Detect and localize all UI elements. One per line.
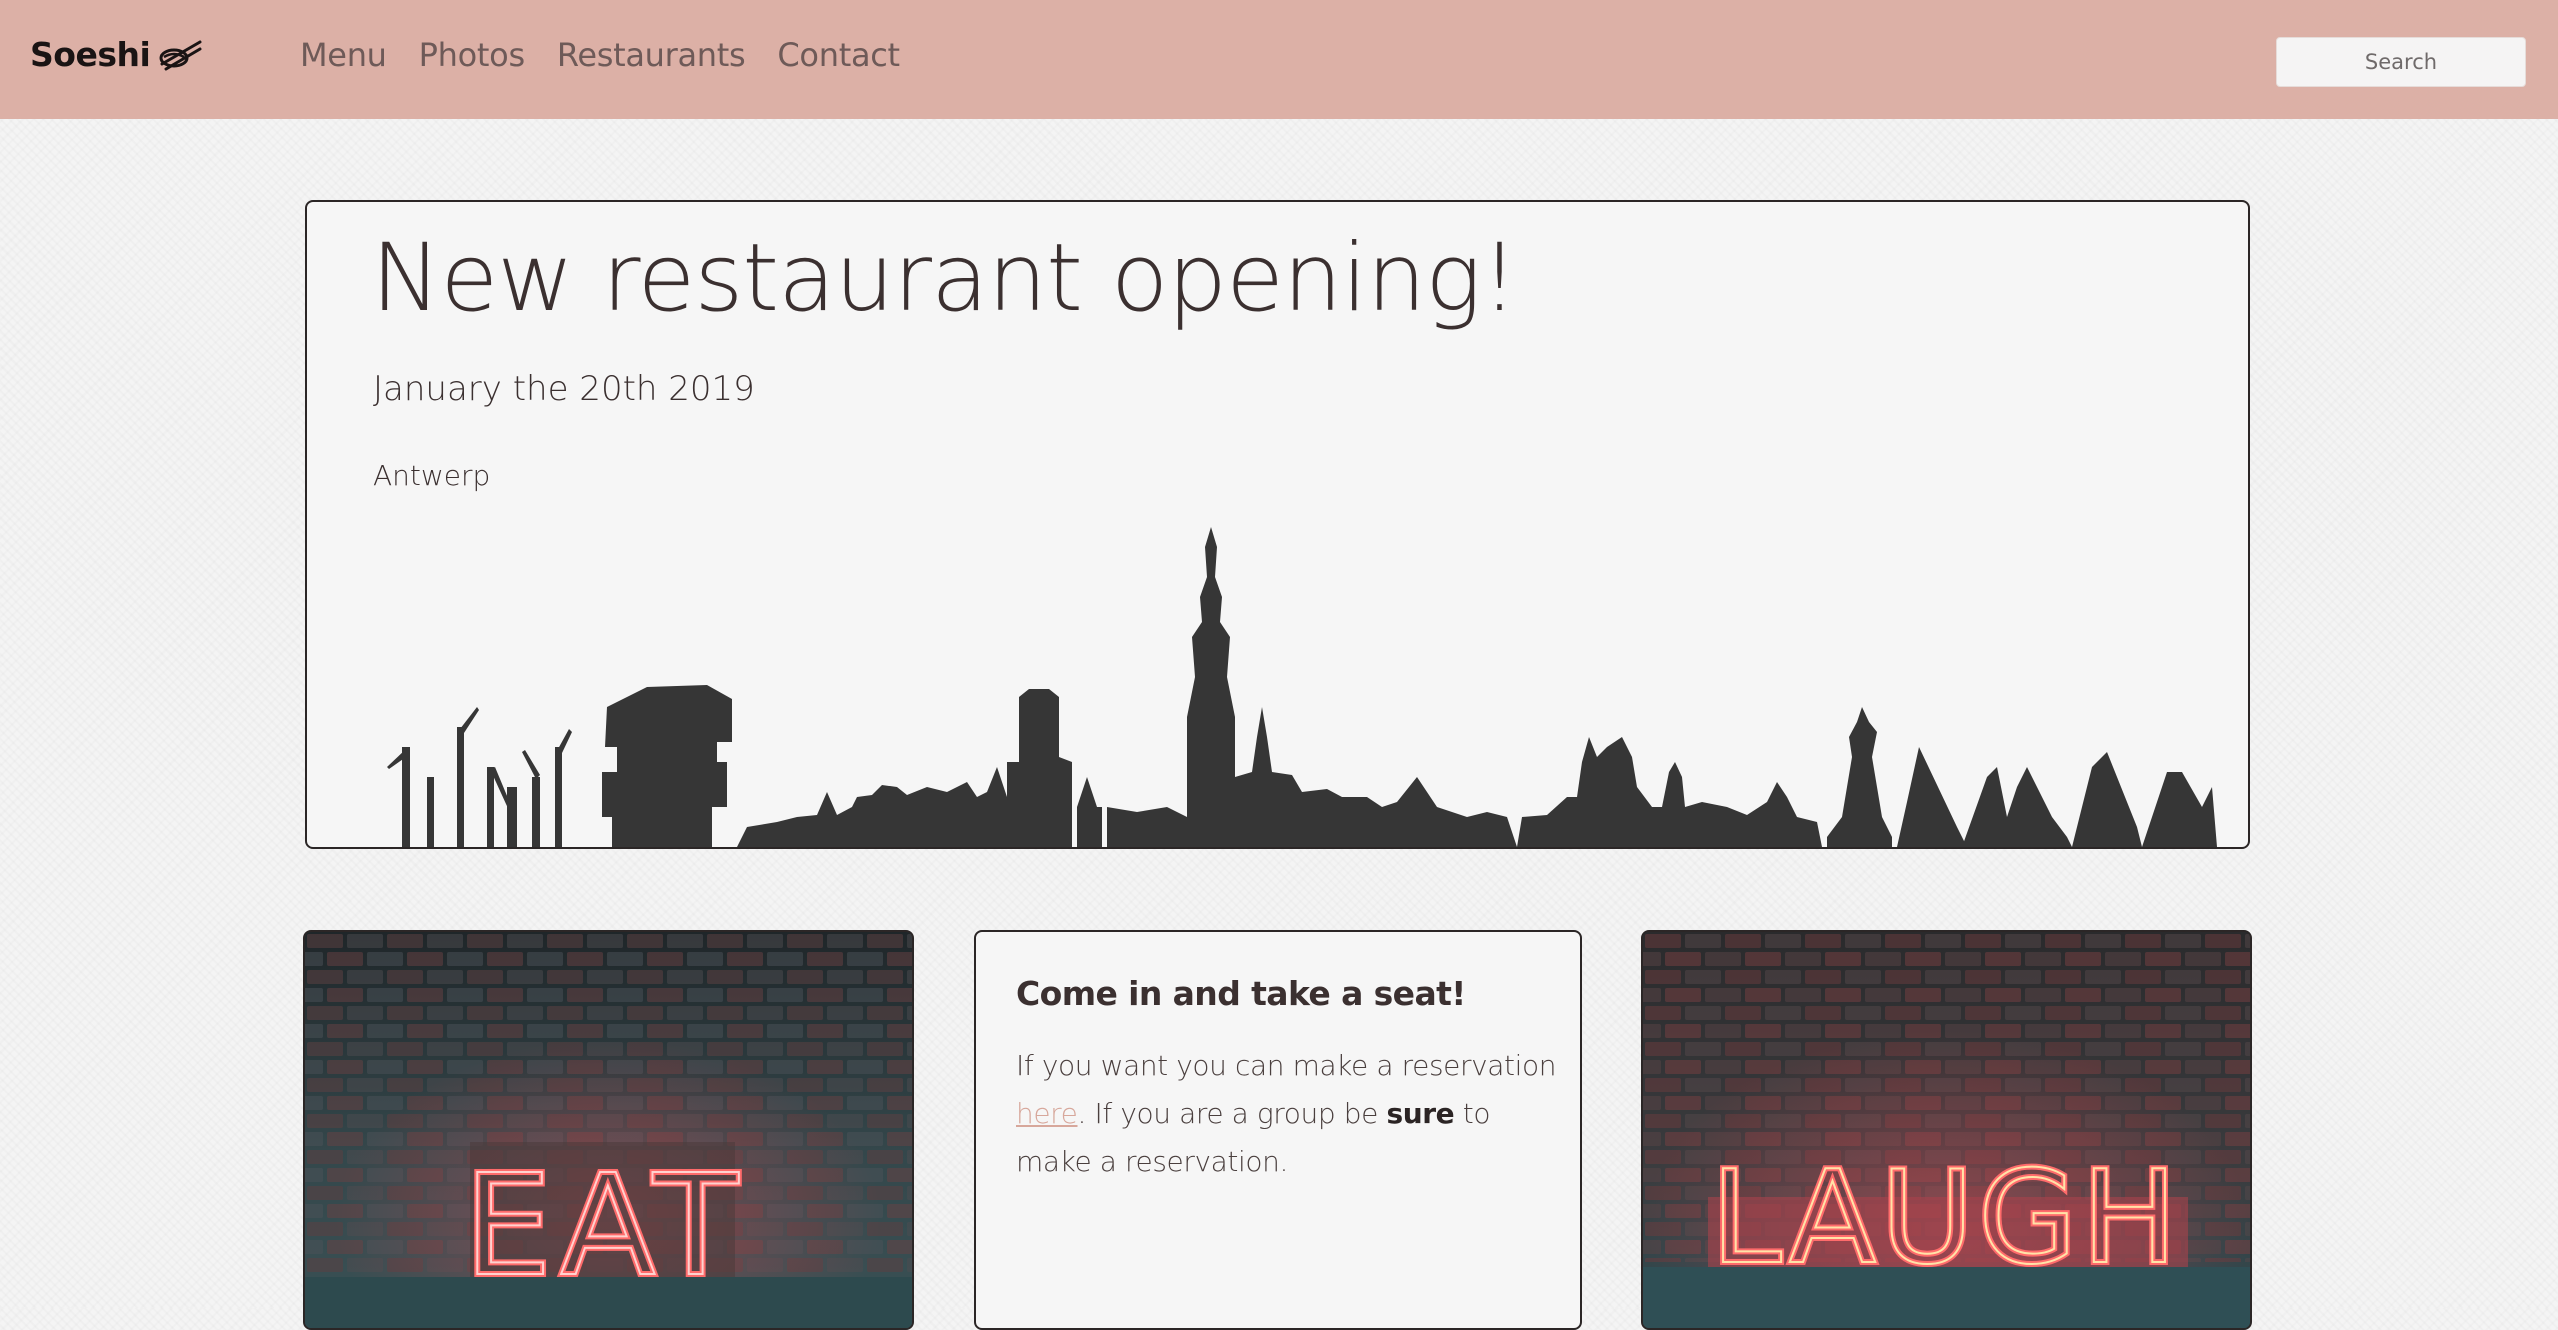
navbar: Soeshi Menu Photos Restaurants Contact [0, 0, 2558, 119]
eat-image-card: EAT EAT [303, 930, 914, 1330]
reservation-text-part-1: If you want you can make a reservation [1016, 1049, 1557, 1082]
laugh-neon-core: LAUGH [1711, 1144, 2182, 1293]
main-nav: Menu Photos Restaurants Contact [300, 36, 900, 74]
nav-link-menu[interactable]: Menu [300, 36, 387, 74]
chopsticks-sushi-icon [159, 40, 202, 71]
hero-city: Antwerp [373, 459, 491, 492]
reservation-info-card: Come in and take a seat! If you want you… [974, 930, 1582, 1330]
hero-date: January the 20th 2019 [373, 369, 755, 409]
reservation-text-part-2: . If you are a group be [1077, 1097, 1387, 1130]
nav-link-contact[interactable]: Contact [777, 36, 900, 74]
nav-link-photos[interactable]: Photos [419, 36, 525, 74]
reservation-card-text: If you want you can make a reservation h… [1016, 1042, 1561, 1186]
brand[interactable]: Soeshi [30, 34, 202, 74]
nav-link-restaurants[interactable]: Restaurants [557, 36, 746, 74]
neon-sign-eat-image: EAT EAT [305, 932, 912, 1328]
reservation-card-title: Come in and take a seat! [1016, 974, 1466, 1013]
eat-neon-core: EAT [464, 1145, 747, 1308]
hero-jumbotron: New restaurant opening! January the 20th… [305, 200, 2250, 849]
brand-name[interactable]: Soeshi [30, 35, 151, 74]
neon-sign-laugh-image: LAUGH LAUGH [1643, 932, 2250, 1328]
search-input[interactable] [2276, 37, 2526, 87]
reservation-emphasis: sure [1386, 1097, 1455, 1130]
laugh-image-card: LAUGH LAUGH [1641, 930, 2252, 1330]
hero-title: New restaurant opening! [371, 224, 1518, 333]
reservation-here-link[interactable]: here [1016, 1097, 1078, 1130]
antwerp-skyline-illustration [387, 527, 2217, 847]
